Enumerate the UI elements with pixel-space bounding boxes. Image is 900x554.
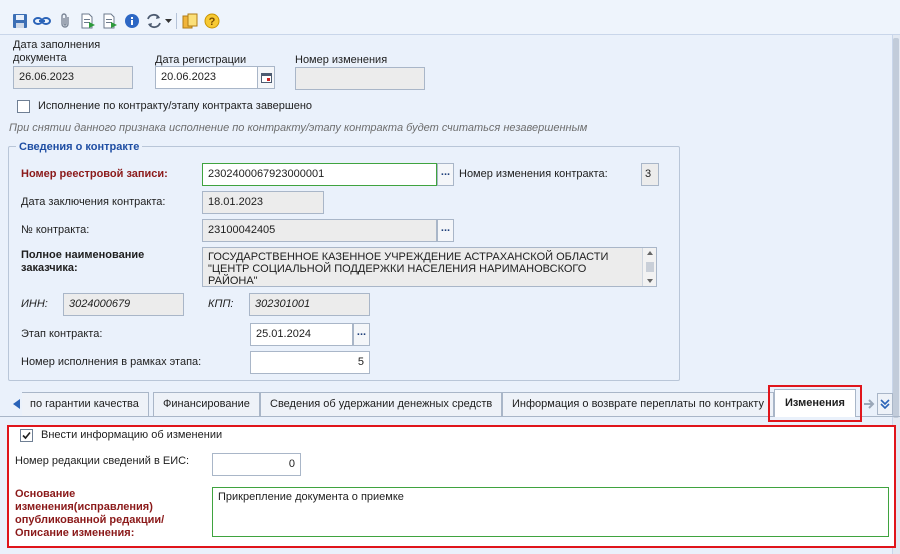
conclusion-date-field: 18.01.2023 — [202, 191, 324, 214]
export-doc2-icon[interactable] — [101, 12, 119, 30]
toolbar-separator — [176, 13, 177, 29]
reg-date-field[interactable]: 20.06.2023 — [155, 66, 275, 89]
stage-field[interactable]: 25.01.2024 — [250, 323, 353, 346]
contract-number-lookup-button[interactable]: ... — [437, 219, 454, 242]
info-icon[interactable] — [123, 12, 141, 30]
tab-overpayment-return[interactable]: Информация о возврате переплаты по контр… — [502, 392, 774, 416]
enter-info-label: Внести информацию об изменении — [41, 429, 223, 441]
reason-textarea[interactable]: Прикрепление документа о приемке — [212, 487, 889, 537]
svg-text:?: ? — [209, 16, 216, 28]
kpp-label: КПП: — [208, 298, 234, 310]
reason-label-line3: опубликованной редакции/ — [15, 514, 165, 526]
inn-label: ИНН: — [21, 298, 48, 310]
contract-change-number-field: 3 — [641, 163, 659, 186]
eis-edition-label: Номер редакции сведений в ЕИС: — [15, 455, 190, 467]
completion-checkbox[interactable] — [17, 100, 30, 113]
help-icon[interactable]: ? — [203, 12, 221, 30]
eis-edition-field[interactable]: 0 — [212, 453, 301, 476]
calendar-icon[interactable] — [257, 67, 274, 88]
workflow-icon[interactable] — [145, 12, 163, 30]
customer-name-scrollbar[interactable] — [642, 248, 656, 286]
fill-date-label-line1: Дата заполнения — [13, 39, 101, 51]
customer-name-line2: "ЦЕНТР СОЦИАЛЬНОЙ ПОДДЕРЖКИ НАСЕЛЕНИЯ НА… — [208, 263, 587, 275]
tab-changes[interactable]: Изменения — [774, 389, 856, 417]
reason-label-line1: Основание — [15, 488, 76, 500]
stage-lookup-button[interactable]: ... — [353, 323, 370, 346]
change-number-field — [295, 67, 425, 90]
tab-list-dropdown-icon[interactable] — [877, 393, 893, 415]
change-number-label: Номер изменения — [295, 54, 388, 66]
inn-field: 3024000679 — [63, 293, 184, 316]
tab-scroll-right-icon[interactable] — [861, 397, 875, 411]
link-icon[interactable] — [33, 12, 51, 30]
enter-info-checkbox[interactable] — [20, 429, 33, 442]
exec-number-label: Номер исполнения в рамках этапа: — [21, 356, 202, 368]
completion-checkbox-label: Исполнение по контракту/этапу контракта … — [38, 100, 313, 112]
registry-number-label: Номер реестровой записи: — [21, 168, 168, 180]
customer-name-field: ГОСУДАРСТВЕННОЕ КАЗЕННОЕ УЧРЕЖДЕНИЕ АСТР… — [202, 247, 657, 287]
customer-label-line2: заказчика: — [21, 262, 78, 274]
customer-name-line3: РАЙОНА" — [208, 275, 258, 287]
reason-label-line2: изменения(исправления) — [15, 501, 153, 513]
exec-number-field[interactable]: 5 — [250, 351, 370, 374]
completion-hint: При снятии данного признака исполнение п… — [9, 122, 588, 134]
contract-change-number-label: Номер изменения контракта: — [459, 168, 608, 180]
registry-lookup-button[interactable]: ... — [437, 163, 454, 186]
tab-financing[interactable]: Финансирование — [153, 392, 260, 416]
fill-date-field: 26.06.2023 — [13, 66, 133, 89]
contract-group-title: Сведения о контракте — [16, 141, 143, 153]
contract-number-label: № контракта: — [21, 224, 90, 236]
stage-label: Этап контракта: — [21, 328, 103, 340]
tab-withholding[interactable]: Сведения об удержании денежных средств — [260, 392, 503, 416]
reg-date-value: 20.06.2023 — [161, 71, 217, 83]
registry-number-field[interactable]: 2302400067923000001 — [202, 163, 437, 186]
reason-label-line4: Описание изменения: — [15, 527, 135, 539]
fill-date-label-line2: документа — [13, 52, 67, 64]
contract-number-field: 23100042405 — [202, 219, 437, 242]
toolbar: ? — [0, 0, 900, 35]
conclusion-date-label: Дата заключения контракта: — [21, 196, 166, 208]
export-doc-icon[interactable] — [79, 12, 97, 30]
dropdown-arrow-icon[interactable] — [163, 12, 173, 30]
save-icon[interactable] — [11, 12, 29, 30]
attach-icon[interactable] — [56, 12, 74, 30]
vertical-scrollbar-thumb[interactable] — [893, 38, 899, 418]
kpp-field: 302301001 — [249, 293, 370, 316]
reports-icon[interactable] — [181, 12, 199, 30]
customer-label-line1: Полное наименование — [21, 249, 145, 261]
customer-name-line1: ГОСУДАРСТВЕННОЕ КАЗЕННОЕ УЧРЕЖДЕНИЕ АСТР… — [208, 251, 609, 263]
tab-quality-guarantee[interactable]: по гарантии качества — [22, 392, 149, 416]
